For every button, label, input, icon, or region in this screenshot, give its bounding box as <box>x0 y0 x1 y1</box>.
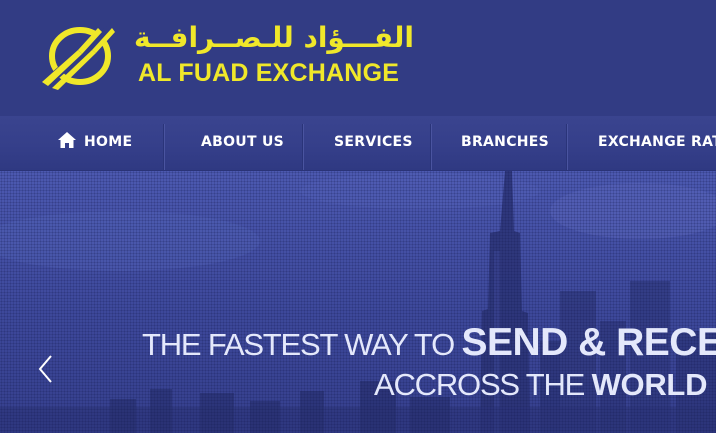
main-navigation: HOME ABOUT US SERVICES BRANCHES EXCHANGE… <box>0 116 716 171</box>
hero-subheadline-bold: WORLD <box>591 367 708 402</box>
brand-name-arabic: الفـــؤاد للـصــرافــة <box>134 21 414 54</box>
hero-headline: THE FASTEST WAY TO SEND & RECEIVE <box>142 321 716 365</box>
nav-divider <box>566 124 567 170</box>
nav-item-about-us[interactable]: ABOUT US <box>201 116 284 170</box>
home-icon <box>58 132 76 148</box>
hero-headline-bold: SEND & RECEIVE <box>461 321 716 364</box>
nav-item-home[interactable]: HOME <box>58 116 132 170</box>
hero-subheadline: ACCROSS THE WORLD <box>374 367 707 403</box>
slider-prev-button[interactable] <box>36 353 56 385</box>
hero-headline-light: THE FASTEST WAY TO <box>142 327 462 362</box>
hero-slider: THE FASTEST WAY TO SEND & RECEIVE ACCROS… <box>0 171 716 433</box>
nav-item-exchange-rates[interactable]: EXCHANGE RATES <box>598 116 716 170</box>
site-header: الفـــؤاد للـصــرافــة AL FUAD EXCHANGE <box>0 0 716 116</box>
nav-item-services[interactable]: SERVICES <box>334 116 413 170</box>
nav-divider <box>430 124 431 170</box>
nav-item-branches[interactable]: BRANCHES <box>461 116 549 170</box>
company-logo[interactable] <box>38 20 118 94</box>
chevron-left-icon <box>38 355 52 383</box>
nav-item-home-label: HOME <box>84 134 133 150</box>
nav-divider <box>302 124 303 170</box>
brand-name-english: AL FUAD EXCHANGE <box>138 59 400 87</box>
nav-divider <box>163 124 164 170</box>
hero-subheadline-light: ACCROSS THE <box>374 367 592 402</box>
